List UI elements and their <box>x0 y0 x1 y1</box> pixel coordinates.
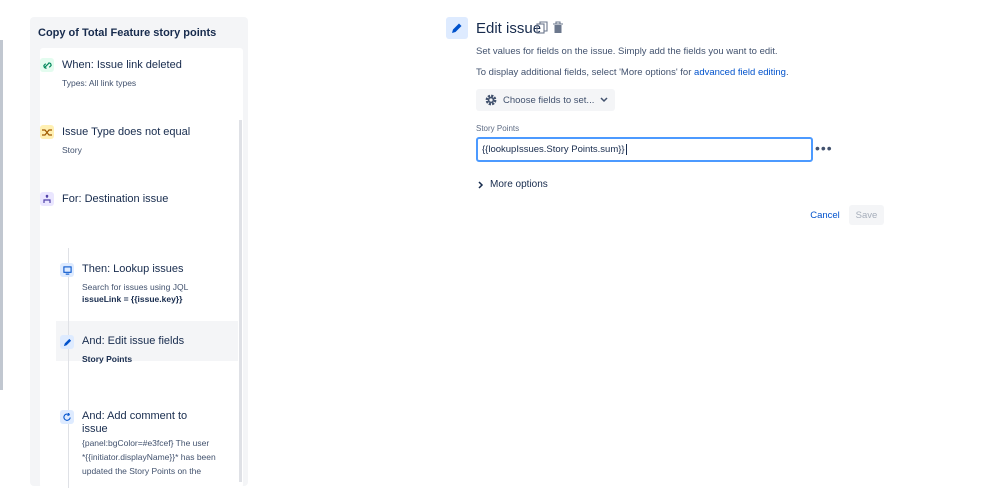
step-detail: updated the Story Points on the <box>82 466 202 476</box>
chevron-down-icon <box>600 97 608 103</box>
editor-description: Set values for fields on the issue. Simp… <box>476 46 778 57</box>
story-points-value: {{lookupIssues.Story Points.sum}} <box>482 144 625 155</box>
text-caret <box>625 144 627 155</box>
link-broken-icon <box>40 58 54 72</box>
step-title: And: Add comment to <box>82 410 188 422</box>
step-trigger[interactable]: When: Issue link deleted Types: All link… <box>40 48 230 98</box>
step-title-cont: issue <box>82 423 108 435</box>
step-title: Then: Lookup issues <box>82 263 184 275</box>
step-jql: issueLink = {{issue.key}} <box>82 294 182 304</box>
comment-icon <box>60 410 74 424</box>
hint-suffix: . <box>785 67 789 78</box>
chevron-right-icon <box>478 180 484 189</box>
branch-icon <box>40 192 54 206</box>
more-actions-icon[interactable]: ••• <box>815 140 833 156</box>
rule-steps-list: When: Issue link deleted Types: All link… <box>40 48 243 488</box>
trash-icon[interactable] <box>552 21 564 34</box>
step-title: For: Destination issue <box>62 193 169 205</box>
pencil-icon <box>60 335 74 349</box>
lookup-icon <box>60 263 74 277</box>
step-title: And: Edit issue fields <box>82 335 185 347</box>
gear-icon <box>485 94 497 106</box>
step-title: Issue Type does not equal <box>62 126 191 138</box>
story-points-input[interactable]: {{lookupIssues.Story Points.sum}} <box>476 137 813 162</box>
editor-additional-hint: To display additional fields, select 'Mo… <box>476 67 789 78</box>
rule-title: Copy of Total Feature story points <box>38 27 217 39</box>
cancel-button[interactable]: Cancel <box>806 205 844 225</box>
step-detail: Search for issues using JQL <box>82 282 189 292</box>
condition-icon <box>40 125 54 139</box>
step-condition[interactable]: Issue Type does not equal Story <box>40 114 230 164</box>
step-field-text: Story Points <box>82 354 133 364</box>
rule-panel: Copy of Total Feature story points When:… <box>30 17 248 488</box>
scrollbar[interactable] <box>239 120 242 482</box>
choose-fields-button[interactable]: Choose fields to set... <box>476 89 615 111</box>
advanced-field-editing-link[interactable]: advanced field editing <box>694 67 786 78</box>
step-detail: Story <box>62 145 82 155</box>
choose-fields-label: Choose fields to set... <box>503 94 595 106</box>
story-points-label: Story Points <box>476 124 520 133</box>
copy-icon[interactable] <box>536 21 548 34</box>
step-add-comment[interactable]: And: Add comment to issue {panel:bgColor… <box>60 396 238 488</box>
edit-pencil-icon <box>446 17 468 39</box>
left-edge-bar <box>0 40 3 390</box>
step-jql-text: issueLink = {{issue.key}} <box>82 294 183 304</box>
step-branch[interactable]: For: Destination issue <box>40 181 230 221</box>
editor-title: Edit issue <box>476 20 542 37</box>
step-field: Story Points <box>82 354 132 364</box>
step-title: When: Issue link deleted <box>62 59 182 71</box>
more-options-label: More options <box>490 179 548 190</box>
step-edit-issue[interactable]: And: Edit issue fields Story Points <box>60 330 230 366</box>
hint-prefix: To display additional fields, select 'Mo… <box>476 67 695 78</box>
step-detail: {panel:bgColor=#e3fcef} The user <box>82 438 210 448</box>
save-button[interactable]: Save <box>849 205 884 225</box>
step-lookup-issues[interactable]: Then: Lookup issues Search for issues us… <box>60 253 230 309</box>
step-detail: Types: All link types <box>62 78 137 88</box>
more-options-toggle[interactable]: More options <box>478 179 548 190</box>
step-detail: *{{initiator.displayName}}* has been <box>82 452 216 462</box>
